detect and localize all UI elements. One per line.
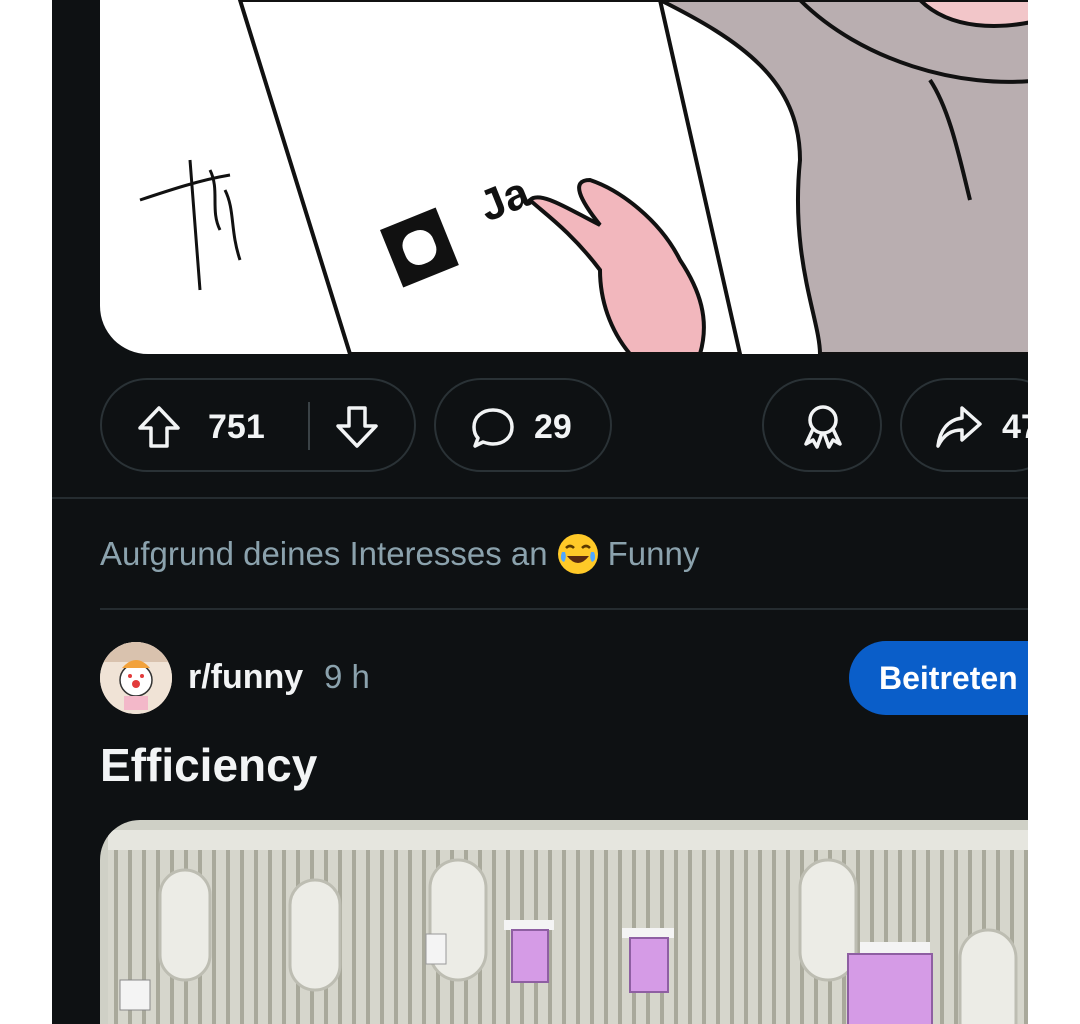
- comment-icon: [470, 406, 516, 459]
- subreddit-avatar[interactable]: [100, 642, 172, 714]
- section-divider: [100, 608, 1028, 610]
- post-action-bar: 751 29 47: [100, 378, 1028, 474]
- upvote-icon[interactable]: [136, 404, 182, 459]
- feed: Ja 751 29 47: [52, 0, 1028, 1024]
- vote-pill: 751: [100, 378, 416, 472]
- award-button[interactable]: [762, 378, 882, 472]
- downvote-icon[interactable]: [334, 404, 380, 459]
- share-icon: [934, 404, 984, 459]
- comment-count: 29: [534, 408, 572, 446]
- upvote-count: 751: [208, 408, 265, 446]
- vote-separator: [308, 402, 310, 450]
- share-count: 47: [1002, 408, 1028, 446]
- recommendation-topic[interactable]: Funny: [608, 535, 700, 573]
- comments-button[interactable]: 29: [434, 378, 612, 472]
- post-title[interactable]: Efficiency: [100, 738, 317, 792]
- share-button[interactable]: 47: [900, 378, 1028, 472]
- subreddit-name[interactable]: r/funny: [188, 658, 303, 697]
- join-button[interactable]: Beitreten: [849, 641, 1028, 715]
- post-age: 9 h: [324, 658, 370, 695]
- award-icon: [798, 402, 848, 461]
- post-image[interactable]: [100, 820, 1028, 1024]
- feed-divider: [52, 497, 1028, 499]
- laughing-emoji-icon: [557, 534, 598, 574]
- recommendation-reason: Aufgrund deines Interesses an Funny: [100, 534, 699, 574]
- recommendation-prefix: Aufgrund deines Interesses an: [100, 535, 548, 572]
- post-image[interactable]: Ja: [100, 0, 1028, 354]
